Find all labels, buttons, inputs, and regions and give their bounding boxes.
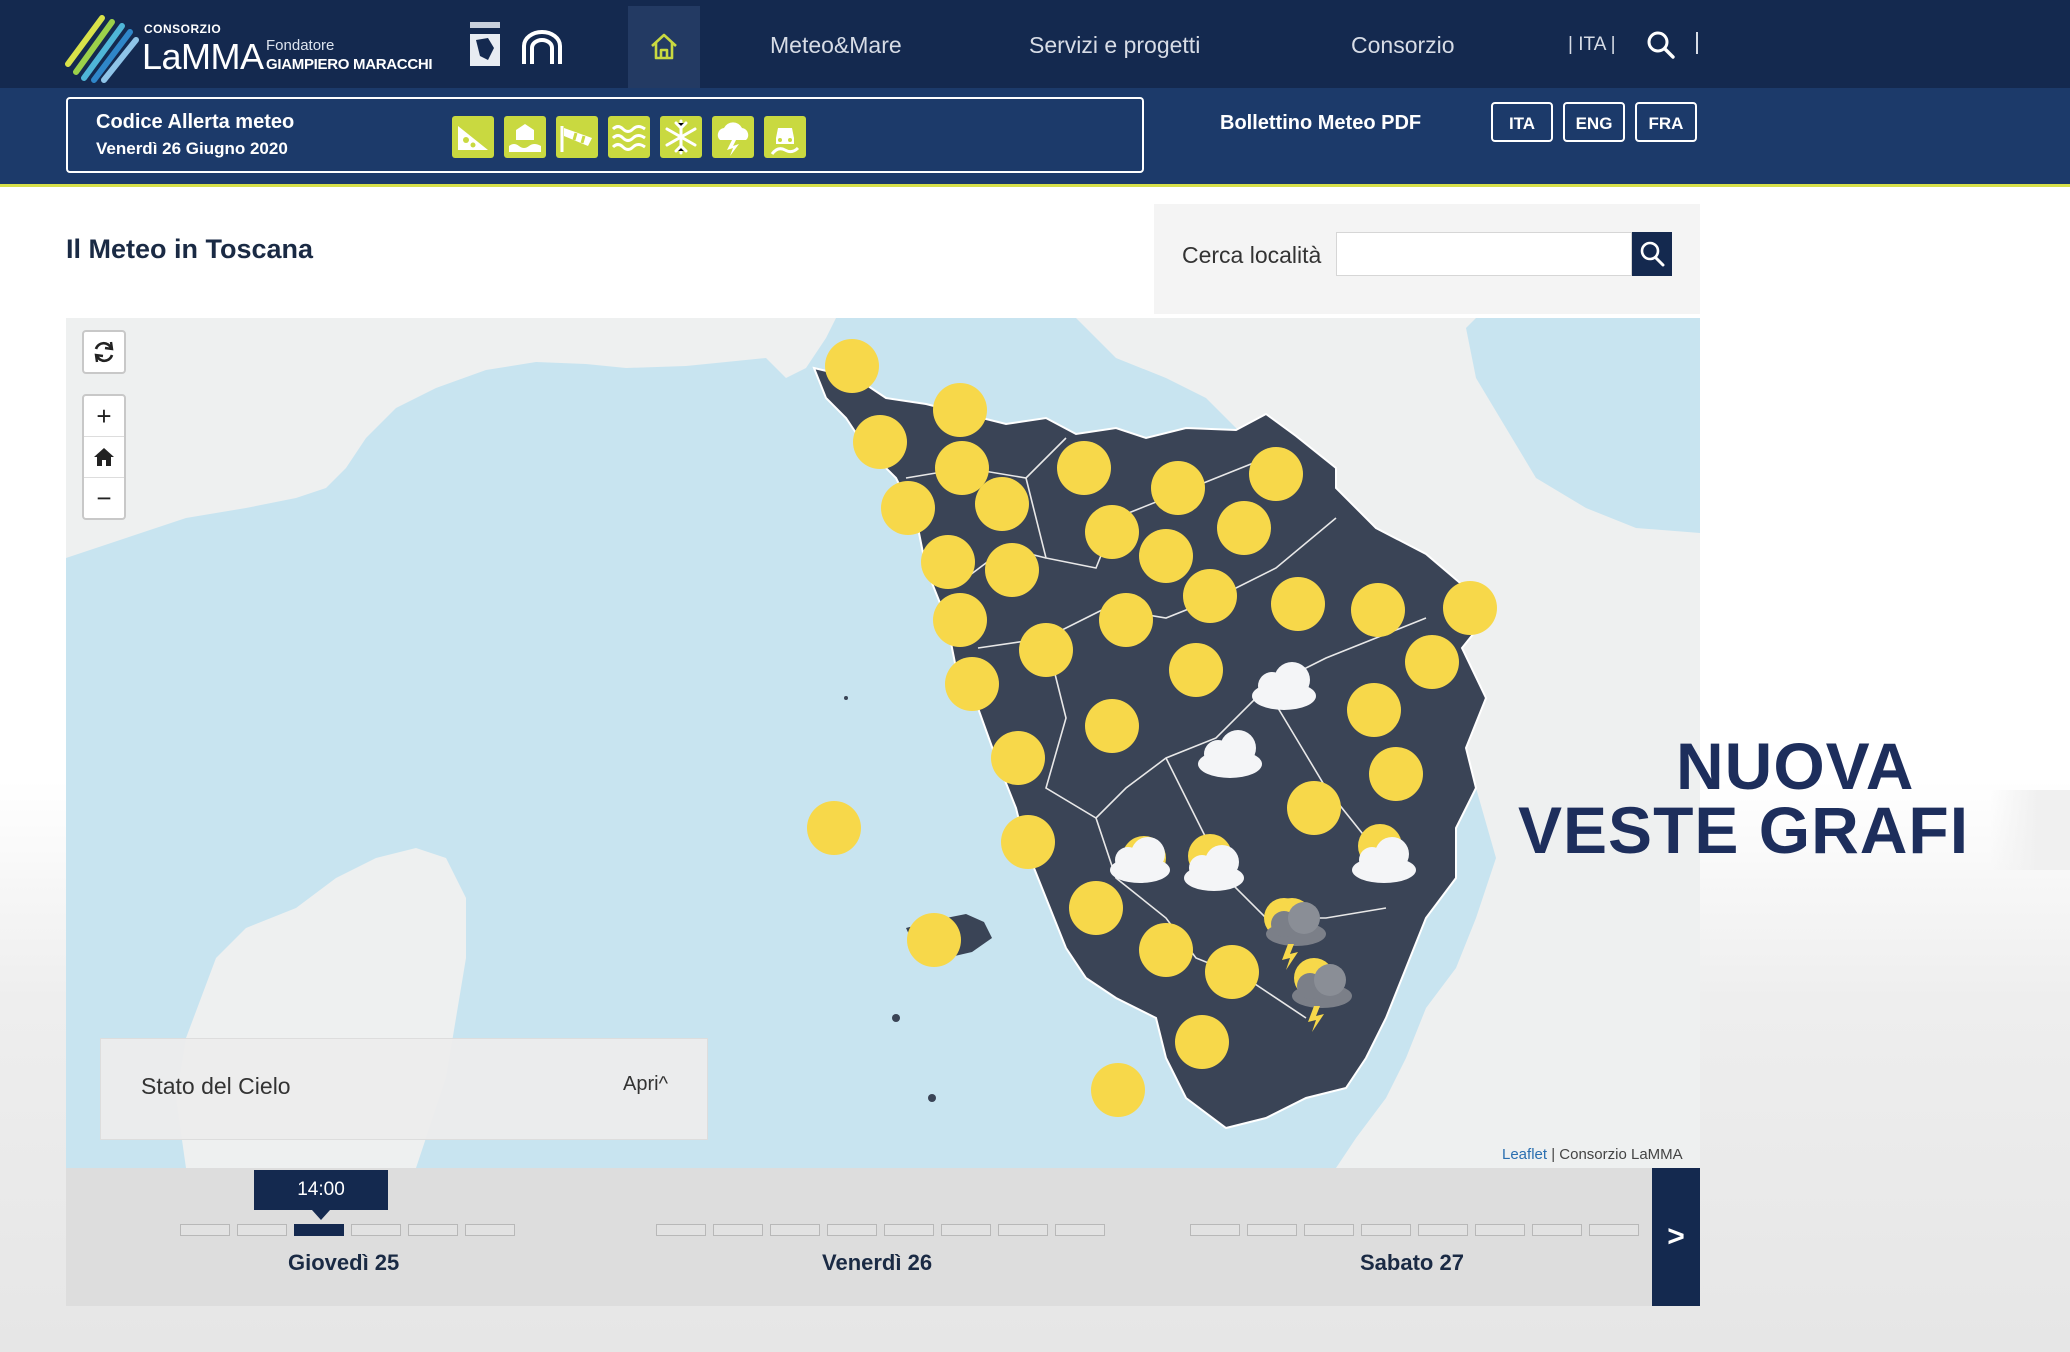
founder-name: GIAMPIERO MARACCHI	[266, 56, 433, 73]
timeline-slot[interactable]	[713, 1224, 763, 1236]
regione-toscana-logo-icon[interactable]	[468, 20, 502, 70]
landslide-icon[interactable]	[452, 116, 494, 158]
day-label-sabato[interactable]: Sabato 27	[1360, 1250, 1464, 1276]
leaflet-link[interactable]: Leaflet	[1502, 1146, 1547, 1163]
timeline-slot[interactable]	[998, 1224, 1048, 1236]
search-label: Cerca località	[1182, 242, 1322, 268]
ice-road-icon[interactable]	[764, 116, 806, 158]
timeline-slot[interactable]	[770, 1224, 820, 1236]
time-tooltip: 14:00	[254, 1170, 388, 1220]
timeline-slot[interactable]	[465, 1224, 515, 1236]
timeline-slot[interactable]	[294, 1224, 344, 1236]
nav-meteo-mare[interactable]: Meteo&Mare	[770, 32, 902, 59]
home-tab[interactable]	[628, 6, 700, 88]
timeline-slot[interactable]	[1418, 1224, 1468, 1236]
wind-icon[interactable]	[556, 116, 598, 158]
timeline-slot[interactable]	[827, 1224, 877, 1236]
bulletin-lang-eng-button[interactable]: ENG	[1563, 102, 1625, 142]
timeline-slot[interactable]	[1247, 1224, 1297, 1236]
zoom-in-button[interactable]: +	[84, 396, 124, 436]
timeline-slot[interactable]	[1532, 1224, 1582, 1236]
weather-map[interactable]: + − Stato del Cielo Apri^ Leaflet | Cons…	[66, 318, 1700, 1168]
lamma-logo-icon[interactable]	[62, 10, 140, 84]
timeline-slot[interactable]	[1190, 1224, 1240, 1236]
day-label-venerdi[interactable]: Venerdì 26	[822, 1250, 932, 1276]
logo-consorzio-text: CONSORZIO	[144, 22, 222, 36]
timeline-slot[interactable]	[884, 1224, 934, 1236]
attribution-separator: |	[1547, 1146, 1560, 1163]
search-icon[interactable]	[1646, 30, 1676, 60]
forecast-timeline: 14:00 Giovedì 25 Venerdì 26 Sabato 27 >	[66, 1168, 1700, 1306]
flood-icon[interactable]	[504, 116, 546, 158]
logo-lamma-text[interactable]: LaMMA	[142, 36, 264, 78]
bulletin-pdf-link[interactable]: Bollettino Meteo PDF	[1220, 112, 1421, 135]
location-search-panel: Cerca località	[1154, 204, 1700, 314]
sky-state-legend[interactable]: Stato del Cielo Apri^	[100, 1038, 708, 1140]
legend-open-label: Apri	[623, 1073, 659, 1095]
refresh-control[interactable]	[82, 330, 126, 374]
overlay-caption-line2: VESTE GRAFI	[1518, 793, 1970, 867]
location-search-input[interactable]	[1336, 232, 1632, 276]
nav-consorzio[interactable]: Consorzio	[1351, 32, 1455, 59]
search-icon	[1640, 241, 1665, 267]
alert-code-box[interactable]: Codice Allerta meteo Venerdì 26 Giugno 2…	[66, 97, 1144, 173]
zoom-out-button[interactable]: −	[84, 478, 124, 518]
home-icon	[94, 448, 114, 466]
page-title: Il Meteo in Toscana	[66, 234, 314, 264]
location-search-button[interactable]	[1632, 232, 1672, 276]
nav-servizi-progetti[interactable]: Servizi e progetti	[1029, 32, 1200, 59]
attribution-owner: Consorzio LaMMA	[1559, 1146, 1683, 1163]
timeline-slot[interactable]	[408, 1224, 458, 1236]
map-attribution: Leaflet | Consorzio LaMMA	[1502, 1146, 1683, 1163]
timeline-slot[interactable]	[180, 1224, 230, 1236]
thunderstorm-icon[interactable]	[712, 116, 754, 158]
refresh-icon[interactable]	[84, 332, 124, 372]
timeline-slot[interactable]	[237, 1224, 287, 1236]
cnr-logo-icon[interactable]	[518, 28, 566, 68]
chevron-up-icon: ^	[658, 1073, 668, 1095]
alert-date: Venerdì 26 Giugno 2020	[96, 139, 288, 158]
timeline-slot[interactable]	[941, 1224, 991, 1236]
sea-waves-icon[interactable]	[608, 116, 650, 158]
nav-divider	[1696, 32, 1698, 54]
bulletin-lang-fra-button[interactable]: FRA	[1635, 102, 1697, 142]
timeline-slot[interactable]	[351, 1224, 401, 1236]
top-navigation: CONSORZIO LaMMA Fondatore GIAMPIERO MARA…	[0, 0, 2070, 88]
alert-bar: Codice Allerta meteo Venerdì 26 Giugno 2…	[0, 88, 2070, 187]
timeline-slot[interactable]	[1055, 1224, 1105, 1236]
timeline-slot[interactable]	[656, 1224, 706, 1236]
home-icon	[651, 33, 677, 60]
zoom-controls: + −	[82, 394, 126, 520]
timeline-slot[interactable]	[1361, 1224, 1411, 1236]
timeline-slot[interactable]	[1475, 1224, 1525, 1236]
home-view-button[interactable]	[84, 437, 124, 477]
caption-fade	[1990, 790, 2070, 870]
alert-title: Codice Allerta meteo	[96, 111, 295, 133]
sky-state-label: Stato del Cielo	[141, 1073, 291, 1099]
snow-icon[interactable]	[660, 116, 702, 158]
timeline-next-button[interactable]: >	[1652, 1168, 1700, 1306]
timeline-slot[interactable]	[1589, 1224, 1639, 1236]
language-selector[interactable]: | ITA |	[1568, 34, 1616, 56]
land-liguria	[66, 318, 836, 558]
timeline-slot[interactable]	[1304, 1224, 1354, 1236]
day-label-giovedi[interactable]: Giovedì 25	[288, 1250, 399, 1276]
bulletin-lang-ita-button[interactable]: ITA	[1491, 102, 1553, 142]
legend-open-toggle[interactable]: Apri^	[623, 1073, 668, 1096]
founder-label: Fondatore	[266, 37, 335, 54]
